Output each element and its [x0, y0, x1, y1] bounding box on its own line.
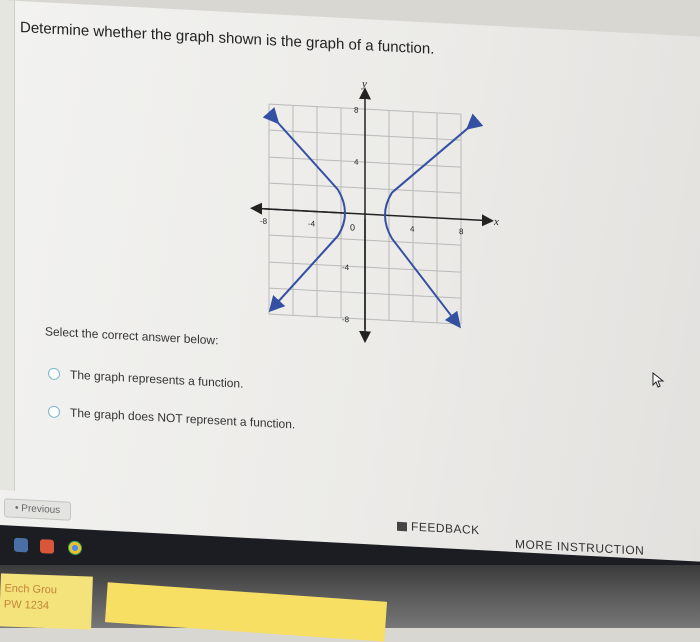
y-axis-label: y — [361, 78, 367, 90]
option-function[interactable]: The graph represents a function. — [48, 367, 243, 391]
note-line: Ench Grou — [4, 582, 58, 597]
left-branch-curve — [262, 107, 346, 313]
answer-prompt: Select the correct answer below: — [45, 324, 219, 348]
note-line: PW 1234 — [3, 598, 50, 613]
left-sidebar — [0, 0, 15, 491]
feedback-button[interactable]: FEEDBACK — [397, 519, 480, 537]
feedback-icon — [397, 521, 407, 531]
previous-button[interactable]: • Previous — [4, 498, 72, 521]
option-label: The graph represents a function. — [70, 367, 244, 391]
x-axis-left — [250, 202, 350, 215]
option-not-function[interactable]: The graph does NOT represent a function. — [48, 405, 296, 432]
y-tick-label: 8 — [354, 106, 359, 115]
origin-label: 0 — [350, 222, 355, 232]
option-label: The graph does NOT represent a function. — [70, 405, 296, 432]
x-tick-label: -4 — [308, 219, 316, 228]
app-icon[interactable] — [40, 539, 54, 554]
question-text: Determine whether the graph shown is the… — [20, 19, 435, 58]
app-icon[interactable] — [14, 537, 28, 553]
right-branch-curve — [384, 113, 484, 329]
sticky-note: Ench Grou PW 1234 — [0, 573, 93, 630]
feedback-label: FEEDBACK — [411, 519, 480, 538]
browser-screen: Determine whether the graph shown is the… — [0, 0, 700, 577]
y-tick-label: -8 — [342, 315, 350, 324]
x-axis-label: x — [493, 216, 499, 228]
radio-button[interactable] — [48, 405, 60, 419]
radio-button[interactable] — [48, 367, 60, 381]
function-graph: y x 0 -8 -4 4 8 8 4 -4 -8 — [250, 78, 499, 344]
x-tick-label: 4 — [410, 224, 415, 233]
x-tick-label: 8 — [459, 227, 464, 236]
x-tick-label: -8 — [260, 217, 268, 226]
y-tick-label: -4 — [342, 263, 350, 272]
y-tick-label: 4 — [354, 158, 359, 167]
chrome-icon[interactable] — [68, 540, 82, 556]
mouse-cursor-icon — [652, 372, 665, 388]
